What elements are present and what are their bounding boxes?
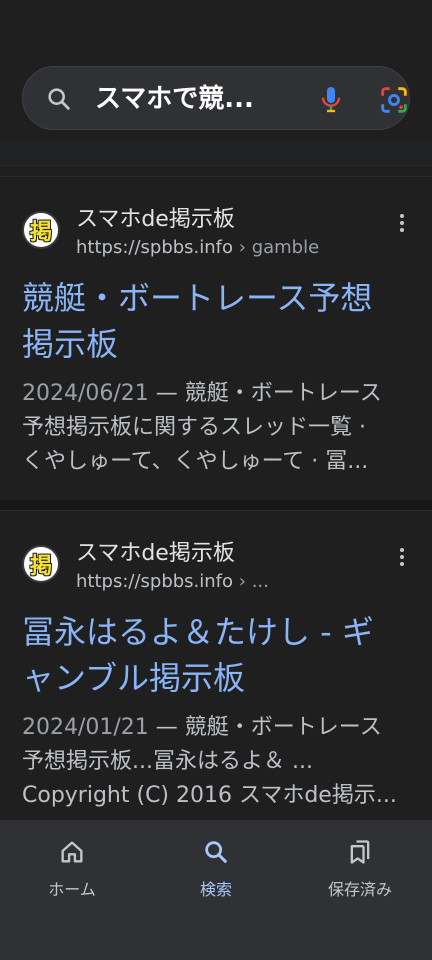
more-options-icon[interactable] <box>390 211 414 235</box>
url-path: › gamble <box>233 237 320 258</box>
result-title-link[interactable]: 冨永はるよ＆たけし - ギ ャンブル掲示板 <box>22 609 414 701</box>
more-options-icon[interactable] <box>390 545 414 569</box>
header-divider <box>0 140 432 166</box>
search-icon <box>205 841 227 863</box>
search-icon[interactable] <box>45 85 73 113</box>
nav-search-label: 検索 <box>199 880 232 899</box>
snippet-line: 予想掲示板に関するスレッド一覧 · <box>22 415 366 440</box>
snippet-line: 2024/01/21 — 競艇・ボートレース <box>22 711 414 745</box>
result-snippet: 2024/06/21 — 競艇・ボートレース 予想掲示板に関するスレッド一覧 ·… <box>22 377 414 479</box>
snippet-line: くやしゅーて、くやしゅーて · 冨... <box>22 449 369 474</box>
favicon-glyph: 掲 <box>29 220 52 245</box>
snippet-line: 予想掲示板...冨永はるよ＆ ... <box>22 749 313 774</box>
site-favicon: 掲 <box>22 211 60 249</box>
site-name[interactable]: スマホde掲示板 <box>76 201 235 233</box>
result-title-link[interactable]: 競艇・ボートレース予想 掲示板 <box>22 275 414 367</box>
home-icon <box>61 841 83 863</box>
title-line: 冨永はるよ＆たけし - ギ <box>22 613 374 651</box>
snippet-text: — 競艇・ボートレース <box>148 381 382 406</box>
favicon-glyph: 掲 <box>29 554 52 579</box>
search-query[interactable]: スマホで競... <box>95 81 285 117</box>
search-result-card[interactable]: 掲 スマホde掲示板 https://spbbs.info › ... 冨永はる… <box>0 510 432 820</box>
site-url[interactable]: https://spbbs.info › gamble <box>76 237 319 258</box>
nav-search[interactable]: 検索 <box>144 830 288 900</box>
microphone-icon[interactable] <box>315 83 347 115</box>
search-box[interactable]: スマホで競... <box>22 66 410 130</box>
site-url[interactable]: https://spbbs.info › ... <box>76 571 269 592</box>
nav-home[interactable]: ホーム <box>0 830 144 900</box>
site-name[interactable]: スマホde掲示板 <box>76 535 235 567</box>
result-date: 2024/06/21 <box>22 381 149 406</box>
title-line: 掲示板 <box>22 325 119 363</box>
title-line: ャンブル掲示板 <box>22 659 246 697</box>
url-host: https://spbbs.info <box>76 571 234 592</box>
nav-saved[interactable]: 保存済み <box>288 830 432 900</box>
result-date: 2024/01/21 <box>22 715 149 740</box>
title-line: 競艇・ボートレース予想 <box>22 279 373 317</box>
snippet-line: Copyright (C) 2016 スマホde掲示... <box>22 783 397 808</box>
site-favicon: 掲 <box>22 545 60 583</box>
search-result-card[interactable]: 掲 スマホde掲示板 https://spbbs.info › gamble 競… <box>0 176 432 500</box>
nav-home-label: ホーム <box>48 880 96 899</box>
bottom-navigation: ホーム 検索 保存済み <box>0 820 432 960</box>
snippet-line: 2024/06/21 — 競艇・ボートレース <box>22 377 414 411</box>
url-host: https://spbbs.info <box>76 237 234 258</box>
bookmarks-icon <box>350 840 370 864</box>
result-snippet: 2024/01/21 — 競艇・ボートレース 予想掲示板...冨永はるよ＆ ..… <box>22 711 414 813</box>
nav-saved-label: 保存済み <box>327 880 392 899</box>
card-divider <box>0 500 432 510</box>
url-path: › ... <box>233 571 269 592</box>
google-lens-icon[interactable] <box>377 83 411 117</box>
snippet-text: — 競艇・ボートレース <box>148 715 382 740</box>
